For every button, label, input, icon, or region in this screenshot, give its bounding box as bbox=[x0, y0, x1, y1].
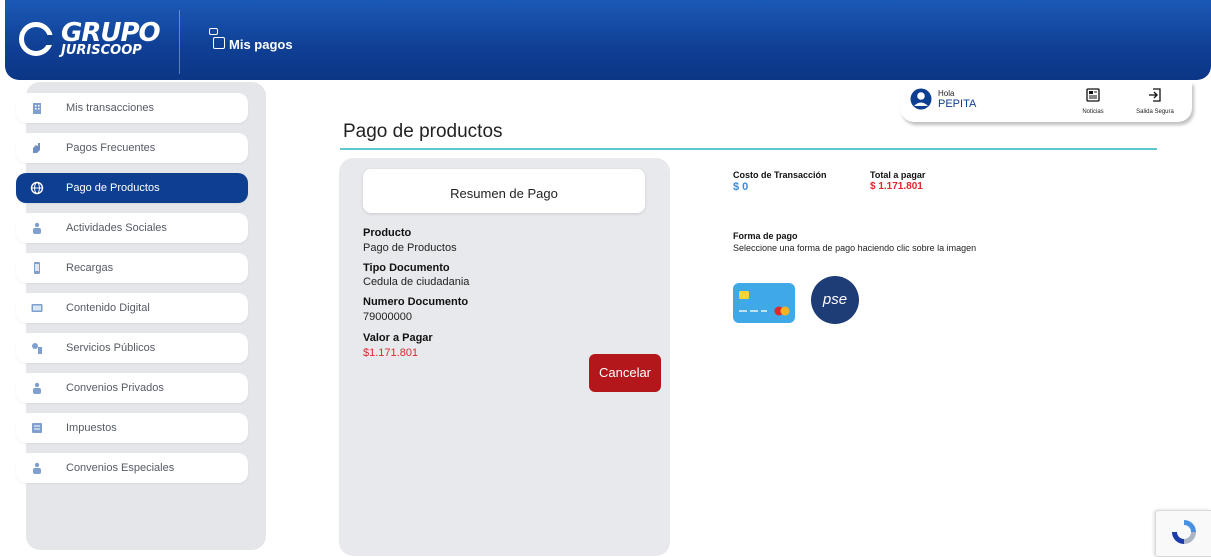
amount-value: $1.171.801 bbox=[363, 347, 419, 359]
recaptcha-badge[interactable] bbox=[1155, 510, 1211, 557]
news-button[interactable]: Noticias bbox=[1078, 88, 1108, 115]
app-title-text: Mis pagos bbox=[229, 37, 293, 52]
user-panel: Hola PEPITA Noticias Salida Segura bbox=[900, 82, 1192, 122]
payment-method-label: Forma de pago bbox=[733, 231, 798, 241]
recaptcha-icon bbox=[1172, 520, 1196, 544]
greeting: Hola bbox=[938, 89, 955, 98]
logo-mark-icon bbox=[19, 21, 54, 56]
sidebar-item-label: Mis transacciones bbox=[66, 102, 155, 114]
title-underline bbox=[340, 148, 1157, 150]
sidebar-item-pago-de-productos[interactable]: Pago de Productos bbox=[16, 173, 248, 203]
app-title: Mis pagos bbox=[209, 28, 293, 52]
pse-logo-text: pse bbox=[822, 291, 848, 308]
building-icon bbox=[30, 101, 44, 115]
sidebar-item-actividades-sociales[interactable]: Actividades Sociales bbox=[16, 213, 248, 243]
phone-icon bbox=[30, 261, 44, 275]
sidebar-item-label: Contenido Digital bbox=[66, 302, 150, 314]
pse-option[interactable]: pse bbox=[811, 276, 859, 324]
doc-type-label: Tipo Documento bbox=[363, 262, 450, 274]
doc-number-label: Numero Documento bbox=[363, 296, 469, 308]
sidebar-item-convenios-privados[interactable]: Convenios Privados bbox=[16, 373, 248, 403]
top-header: GRUPO JURISCOOP Mis pagos bbox=[5, 0, 1211, 80]
sidebar-item-label: Pagos Frecuentes bbox=[66, 142, 156, 154]
people-icon bbox=[30, 221, 44, 235]
user-name: PEPITA bbox=[938, 98, 977, 110]
sidebar-item-label: Convenios Privados bbox=[66, 382, 164, 394]
doc-type-value: Cedula de ciudadania bbox=[363, 276, 470, 288]
globe-icon bbox=[30, 181, 44, 195]
credit-card-option[interactable] bbox=[733, 283, 795, 323]
people-icon bbox=[30, 461, 44, 475]
utility-icon bbox=[30, 341, 44, 355]
sidebar-item-label: Convenios Especiales bbox=[66, 462, 175, 474]
product-label: Producto bbox=[363, 227, 412, 239]
credit-card-icon bbox=[739, 291, 790, 316]
sidebar-item-mis-transacciones[interactable]: Mis transacciones bbox=[16, 93, 248, 123]
news-label: Noticias bbox=[1082, 109, 1104, 115]
payment-method-hint: Seleccione una forma de pago haciendo cl… bbox=[733, 243, 977, 253]
grupo-juriscoop-logo[interactable]: GRUPO JURISCOOP bbox=[19, 20, 161, 57]
sidebar-item-label: Servicios Públicos bbox=[66, 342, 156, 354]
sidebar-item-label: Actividades Sociales bbox=[66, 222, 167, 234]
sidebar-item-recargas[interactable]: Recargas bbox=[16, 253, 248, 283]
sidebar-item-convenios-especiales[interactable]: Convenios Especiales bbox=[16, 453, 248, 483]
screen-icon bbox=[30, 301, 44, 315]
sidebar-item-impuestos[interactable]: Impuestos bbox=[16, 413, 248, 443]
transaction-cost-label: Costo de Transacción bbox=[733, 170, 827, 180]
sidebar-item-pagos-frecuentes[interactable]: Pagos Frecuentes bbox=[16, 133, 248, 163]
user-avatar-icon[interactable] bbox=[910, 88, 932, 110]
amount-label: Valor a Pagar bbox=[363, 332, 433, 344]
product-value: Pago de Productos bbox=[363, 242, 457, 254]
total-value: $ 1.171.801 bbox=[870, 181, 923, 192]
sidebar-item-contenido-digital[interactable]: Contenido Digital bbox=[16, 293, 248, 323]
sidebar-item-label: Recargas bbox=[66, 262, 114, 274]
payments-icon bbox=[209, 28, 227, 52]
sidebar-item-label: Pago de Productos bbox=[66, 182, 160, 194]
page-title: Pago de productos bbox=[343, 121, 503, 142]
sidebar-item-servicios-publicos[interactable]: Servicios Públicos bbox=[16, 333, 248, 363]
hand-icon bbox=[30, 141, 44, 155]
sidebar-item-label: Impuestos bbox=[66, 422, 117, 434]
newspaper-icon bbox=[1086, 88, 1100, 102]
header-divider bbox=[179, 10, 180, 74]
summary-heading: Resumen de Pago bbox=[363, 169, 645, 213]
payment-summary-card: Resumen de Pago Producto Pago de Product… bbox=[339, 158, 670, 556]
total-label: Total a pagar bbox=[870, 170, 926, 180]
logout-label: Salida Segura bbox=[1136, 109, 1174, 115]
doc-number-value: 79000000 bbox=[363, 311, 412, 323]
people-icon bbox=[30, 381, 44, 395]
transaction-cost-value: $ 0 bbox=[733, 181, 749, 193]
logout-button[interactable]: Salida Segura bbox=[1128, 88, 1182, 115]
tax-icon bbox=[30, 421, 44, 435]
cancel-button[interactable]: Cancelar bbox=[589, 354, 661, 392]
logout-icon bbox=[1149, 88, 1161, 102]
